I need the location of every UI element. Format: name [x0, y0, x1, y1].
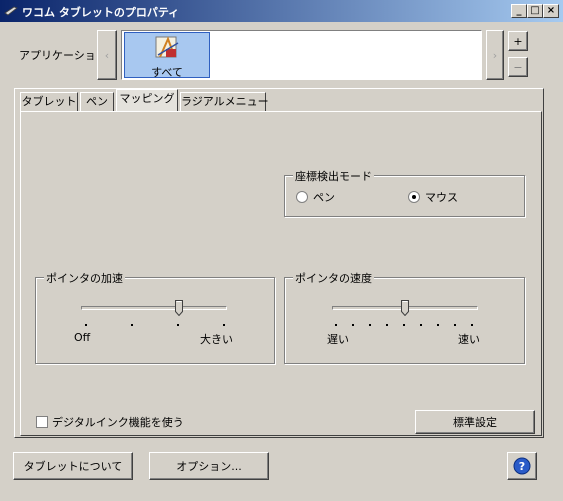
acceleration-groupbox: ポインタの加速 Off 大きい [35, 270, 275, 364]
speed-tick [471, 324, 473, 326]
mapping-tab-page: 座標検出モード ペン マウス ポインタの加速 Off 大きい ポインタの速度 遅… [20, 111, 542, 436]
digital-ink-label: デジタルインク機能を使う [52, 416, 184, 429]
default-settings-button[interactable]: 標準設定 [415, 410, 535, 434]
add-application-button[interactable]: + [508, 31, 528, 51]
help-button[interactable]: ? [507, 452, 537, 480]
help-icon-glyph: ? [519, 460, 525, 473]
acceleration-min-label: Off [74, 331, 91, 344]
options-button[interactable]: オプション... [149, 452, 269, 480]
app-item-all[interactable]: すべて [124, 32, 210, 79]
speed-slider-thumb[interactable] [401, 300, 409, 316]
acceleration-slider-track[interactable] [81, 306, 227, 310]
tab-tablet[interactable]: タブレット [20, 92, 78, 112]
maximize-button[interactable]: □ [527, 4, 543, 18]
acceleration-tick [85, 324, 87, 326]
mode-pen-label: ペン [313, 191, 335, 204]
mode-mouse-radio[interactable] [408, 191, 420, 203]
speed-tick [403, 324, 405, 326]
mode-pen-radio[interactable] [296, 191, 308, 203]
tab-pen[interactable]: ペン [80, 92, 114, 112]
close-icon: × [546, 5, 556, 16]
speed-tick [369, 324, 371, 326]
maximize-icon: □ [530, 5, 540, 16]
plus-icon: + [513, 34, 523, 48]
speed-tick [420, 324, 422, 326]
tab-mapping[interactable]: マッピング [116, 89, 178, 111]
speed-tick [454, 324, 456, 326]
tab-radial-menu[interactable]: ラジアルメニュー [180, 92, 269, 112]
speed-tick [437, 324, 439, 326]
speed-title: ポインタの速度 [293, 270, 374, 286]
title-bar[interactable]: ワコム タブレットのプロパティ _ □ × [0, 0, 563, 22]
digital-ink-checkbox[interactable] [36, 416, 48, 428]
speed-max-label: 速い [458, 333, 480, 346]
acceleration-max-label: 大きい [200, 333, 233, 346]
mode-mouse-label: マウス [425, 191, 458, 204]
speed-groupbox: ポインタの速度 遅い 速い [284, 270, 525, 364]
acceleration-tick [177, 324, 179, 326]
chevron-right-icon: › [492, 48, 498, 62]
mode-groupbox: 座標検出モード ペン マウス [284, 168, 525, 217]
speed-min-label: 遅い [327, 333, 349, 346]
mode-group-title: 座標検出モード [293, 168, 374, 184]
about-tablet-button[interactable]: タブレットについて [13, 452, 133, 480]
minimize-icon: _ [516, 5, 522, 16]
acceleration-slider-thumb[interactable] [174, 300, 183, 316]
app-scroll-right-button[interactable]: › [486, 30, 504, 80]
speed-tick [335, 324, 337, 326]
radio-selected-dot [412, 195, 416, 199]
application-list[interactable]: すべて [121, 30, 482, 80]
acceleration-tick [131, 324, 133, 326]
minimize-button[interactable]: _ [511, 4, 527, 18]
speed-tick [386, 324, 388, 326]
acceleration-title: ポインタの加速 [44, 270, 125, 286]
remove-application-button[interactable]: − [508, 57, 528, 77]
app-item-label: すべて [151, 66, 183, 79]
acceleration-tick [223, 324, 225, 326]
close-button[interactable]: × [543, 4, 559, 18]
about-tablet-label: タブレットについて [23, 460, 123, 473]
minus-icon: − [513, 60, 523, 74]
wacom-app-icon [4, 6, 18, 16]
all-apps-icon [155, 36, 179, 58]
default-settings-label: 標準設定 [453, 416, 497, 429]
options-label: オプション... [176, 460, 242, 473]
chevron-left-icon: ‹ [104, 48, 110, 62]
app-scroll-left-button[interactable]: ‹ [97, 30, 117, 80]
window-title: ワコム タブレットのプロパティ [22, 6, 180, 19]
speed-tick [352, 324, 354, 326]
help-icon: ? [513, 457, 531, 475]
